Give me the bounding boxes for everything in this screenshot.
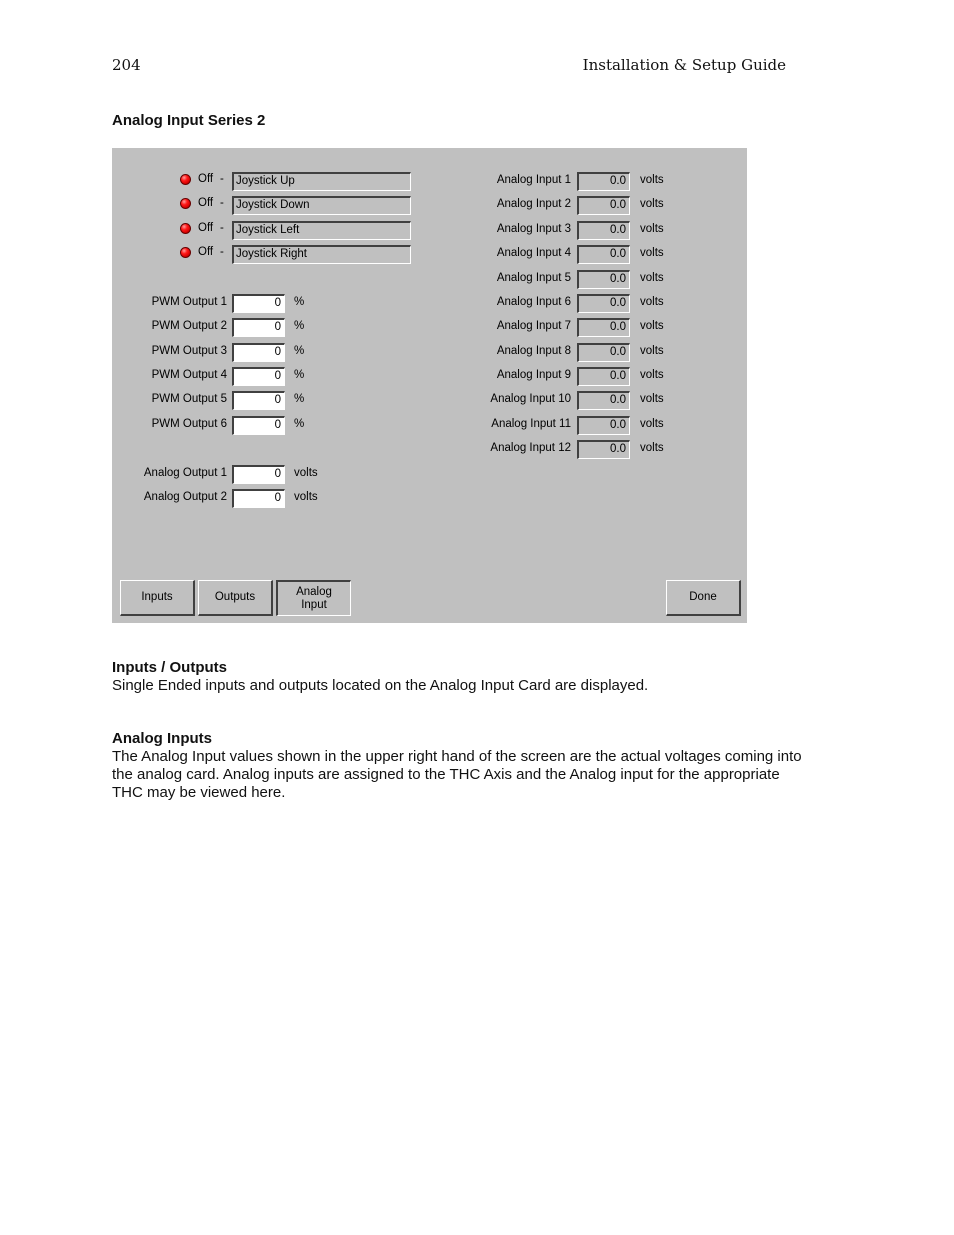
pwm-output-label: PWM Output 4 bbox=[151, 369, 227, 381]
input-name-field[interactable]: Joystick Down bbox=[232, 196, 411, 215]
input-name-field[interactable]: Joystick Left bbox=[232, 221, 411, 240]
pwm-output-label: PWM Output 3 bbox=[151, 345, 227, 357]
input-state-label: Off bbox=[198, 222, 214, 234]
analog-input-value: 0.0 bbox=[577, 416, 630, 435]
analog-input-value: 0.0 bbox=[577, 294, 630, 313]
analog-input-unit: volts bbox=[640, 174, 664, 186]
analog-inputs-heading: Analog Inputs bbox=[112, 730, 212, 747]
status-led-icon bbox=[180, 247, 191, 258]
analog-input-unit: volts bbox=[640, 296, 664, 308]
analog-input-label: Analog Input 9 bbox=[496, 369, 571, 381]
separator: - bbox=[220, 197, 224, 209]
analog-input-value: 0.0 bbox=[577, 270, 630, 289]
analog-input-unit: volts bbox=[640, 223, 664, 235]
page-number: 204 bbox=[112, 56, 141, 74]
analog-input-label: Analog Input 7 bbox=[496, 320, 571, 332]
analog-input-label: Analog Input 1 bbox=[496, 174, 571, 186]
analog-input-value: 0.0 bbox=[577, 318, 630, 337]
analog-output-unit: volts bbox=[294, 467, 318, 479]
analog-input-label: Analog Input 12 bbox=[490, 442, 571, 454]
inputs-button[interactable]: Inputs bbox=[120, 580, 195, 616]
pwm-output-input[interactable]: 0 bbox=[232, 294, 285, 313]
pwm-unit: % bbox=[294, 296, 305, 308]
analog-input-button[interactable]: Analog Input bbox=[276, 580, 351, 616]
analog-input-label: Analog Input 5 bbox=[496, 272, 571, 284]
input-name-field[interactable]: Joystick Up bbox=[232, 172, 411, 191]
analog-input-unit: volts bbox=[640, 198, 664, 210]
pwm-output-input[interactable]: 0 bbox=[232, 391, 285, 410]
input-name-field[interactable]: Joystick Right bbox=[232, 245, 411, 264]
analog-input-label: Analog Input 6 bbox=[496, 296, 571, 308]
analog-input-value: 0.0 bbox=[577, 196, 630, 215]
separator: - bbox=[220, 222, 224, 234]
pwm-unit: % bbox=[294, 345, 305, 357]
analog-input-value: 0.0 bbox=[577, 343, 630, 362]
analog-input-value: 0.0 bbox=[577, 245, 630, 264]
pwm-output-label: PWM Output 5 bbox=[151, 393, 227, 405]
inputs-outputs-text: Single Ended inputs and outputs located … bbox=[112, 677, 649, 694]
pwm-output-input[interactable]: 0 bbox=[232, 343, 285, 362]
analog-input-unit: volts bbox=[640, 393, 664, 405]
analog-input-unit: volts bbox=[640, 369, 664, 381]
separator: - bbox=[220, 173, 224, 185]
analog-output-input[interactable]: 0 bbox=[232, 489, 285, 508]
pwm-unit: % bbox=[294, 418, 305, 430]
analog-input-label: Analog Input 3 bbox=[496, 223, 571, 235]
status-led-icon bbox=[180, 174, 191, 185]
done-button-label: Done bbox=[689, 591, 717, 603]
analog-input-value: 0.0 bbox=[577, 221, 630, 240]
analog-output-label: Analog Output 1 bbox=[143, 467, 227, 479]
analog-input-unit: volts bbox=[640, 272, 664, 284]
analog-input-label: Analog Input 11 bbox=[491, 418, 571, 430]
analog-input-label: Analog Input 2 bbox=[496, 198, 571, 210]
analog-output-label: Analog Output 2 bbox=[143, 491, 227, 503]
analog-input-unit: volts bbox=[640, 418, 664, 430]
analog-input-button-label-line2: Input bbox=[301, 598, 327, 611]
analog-inputs-text: The Analog Input values shown in the upp… bbox=[112, 748, 802, 801]
guide-title: Installation & Setup Guide bbox=[582, 56, 786, 74]
input-state-label: Off bbox=[198, 197, 214, 209]
analog-input-value: 0.0 bbox=[577, 391, 630, 410]
outputs-button[interactable]: Outputs bbox=[198, 580, 273, 616]
analog-output-input[interactable]: 0 bbox=[232, 465, 285, 484]
analog-input-unit: volts bbox=[640, 247, 664, 259]
input-state-label: Off bbox=[198, 246, 214, 258]
pwm-output-input[interactable]: 0 bbox=[232, 416, 285, 435]
outputs-button-label: Outputs bbox=[214, 591, 256, 603]
pwm-output-label: PWM Output 6 bbox=[151, 418, 227, 430]
input-state-label: Off bbox=[198, 173, 214, 185]
analog-input-panel: Off - Joystick Up Off - Joystick Down Off - Joys… bbox=[112, 148, 747, 623]
inputs-button-label: Inputs bbox=[141, 591, 173, 603]
status-led-icon bbox=[180, 198, 191, 209]
separator: - bbox=[220, 246, 224, 258]
status-led-icon bbox=[180, 223, 191, 234]
analog-input-unit: volts bbox=[640, 442, 664, 454]
pwm-output-input[interactable]: 0 bbox=[232, 367, 285, 386]
done-button[interactable]: Done bbox=[666, 580, 741, 616]
pwm-unit: % bbox=[294, 320, 305, 332]
section-title: Analog Input Series 2 bbox=[112, 112, 266, 129]
pwm-unit: % bbox=[294, 393, 305, 405]
pwm-output-label: PWM Output 1 bbox=[151, 296, 227, 308]
pwm-unit: % bbox=[294, 369, 305, 381]
analog-input-label: Analog Input 4 bbox=[496, 247, 571, 259]
analog-input-label: Analog Input 10 bbox=[490, 393, 571, 405]
analog-input-value: 0.0 bbox=[577, 172, 630, 191]
analog-input-unit: volts bbox=[640, 320, 664, 332]
analog-input-button-label-line1: Analog bbox=[296, 585, 332, 598]
analog-input-label: Analog Input 8 bbox=[496, 345, 571, 357]
pwm-output-label: PWM Output 2 bbox=[151, 320, 227, 332]
analog-input-value: 0.0 bbox=[577, 440, 630, 459]
analog-output-unit: volts bbox=[294, 491, 318, 503]
analog-input-unit: volts bbox=[640, 345, 664, 357]
inputs-outputs-heading: Inputs / Outputs bbox=[112, 659, 227, 676]
pwm-output-input[interactable]: 0 bbox=[232, 318, 285, 337]
analog-input-value: 0.0 bbox=[577, 367, 630, 386]
